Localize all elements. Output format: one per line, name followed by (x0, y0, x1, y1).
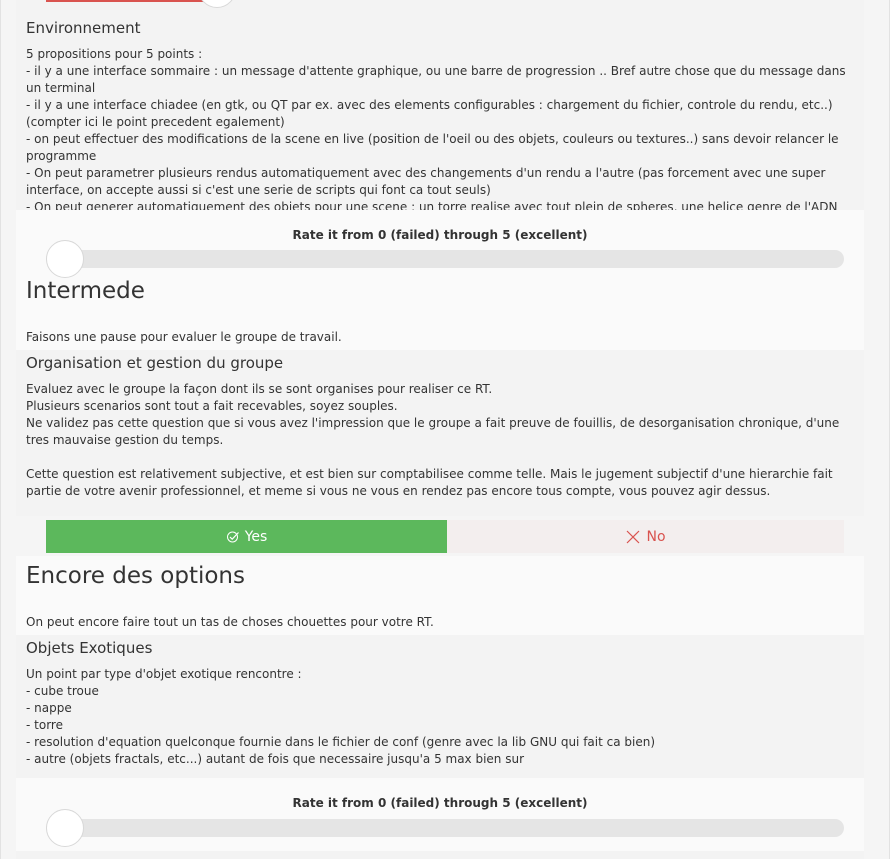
no-button[interactable]: No (447, 520, 844, 553)
next-section-edge (16, 851, 864, 859)
scale-page: Environnement 5 propositions pour 5 poin… (16, 0, 864, 859)
rate-label: Rate it from 0 (failed) through 5 (excel… (292, 796, 588, 810)
section-heading: Intermede (26, 278, 145, 304)
description-line: - il y a une interface chiadee (en gtk, … (26, 98, 833, 129)
rate-label: Rate it from 0 (failed) through 5 (excel… (292, 228, 588, 242)
description-line: - on peut effectuer des modifications de… (26, 132, 839, 163)
description-line: - autre (objets fractals, etc...) autant… (26, 752, 525, 766)
section-heading: Encore des options (26, 563, 245, 589)
description-line: - torre (26, 718, 63, 732)
no-label: No (646, 528, 666, 545)
section-intro: On peut encore faire tout un tas de chos… (26, 615, 434, 629)
description-line: - il y a une interface sommaire : un mes… (26, 64, 846, 95)
description-line: Un point par type d'objet exotique renco… (26, 667, 302, 681)
description-line: 5 propositions pour 5 points : (26, 47, 203, 61)
description-line: Ne validez pas cette question que si vou… (26, 416, 840, 447)
previous-slider-knob[interactable] (198, 0, 236, 8)
section-title: Environnement (26, 19, 141, 37)
question-description: Un point par type d'objet exotique renco… (26, 666, 864, 768)
previous-slider-remnant (16, 0, 864, 10)
description-line: - On peut parametrer plusieurs rendus au… (26, 166, 826, 197)
rating-slider-track[interactable] (46, 250, 844, 268)
rating-slider-knob[interactable] (46, 809, 84, 847)
description-line: - resolution d'equation quelconque fourn… (26, 735, 656, 749)
page-border-left (0, 0, 1, 859)
description-line: - cube troue (26, 684, 99, 698)
yes-button[interactable]: Yes (46, 520, 447, 553)
question-organisation: Organisation et gestion du groupe Evalue… (16, 350, 864, 516)
description-line: Plusieurs scenarios sont tout a fait rec… (26, 399, 398, 413)
question-title: Organisation et gestion du groupe (26, 354, 284, 372)
section-environnement: Environnement 5 propositions pour 5 poin… (16, 10, 864, 231)
description-line: Evaluez avec le groupe la façon dont ils… (26, 382, 493, 396)
description-line: Cette question est relativement subjecti… (26, 467, 833, 498)
yes-label: Yes (244, 528, 268, 545)
previous-slider-fill (46, 0, 206, 2)
rating-slider-track[interactable] (46, 819, 844, 837)
question-title: Objets Exotiques (26, 639, 153, 657)
rating-slider-knob[interactable] (46, 240, 84, 278)
close-icon (625, 529, 641, 545)
section-description: 5 propositions pour 5 points : - il y a … (26, 46, 864, 233)
rating-objets-exotiques: Rate it from 0 (failed) through 5 (excel… (16, 778, 864, 859)
question-description: Evaluez avec le groupe la façon dont ils… (26, 381, 864, 500)
section-options: Encore des options On peut encore faire … (16, 556, 864, 636)
check-circle-icon (226, 530, 240, 544)
description-line: - nappe (26, 701, 72, 715)
rating-environnement: Rate it from 0 (failed) through 5 (excel… (16, 210, 864, 280)
description-line (26, 449, 864, 466)
question-objets-exotiques: Objets Exotiques Un point par type d'obj… (16, 635, 864, 778)
section-intro: Faisons une pause pour evaluer le groupe… (26, 330, 342, 344)
